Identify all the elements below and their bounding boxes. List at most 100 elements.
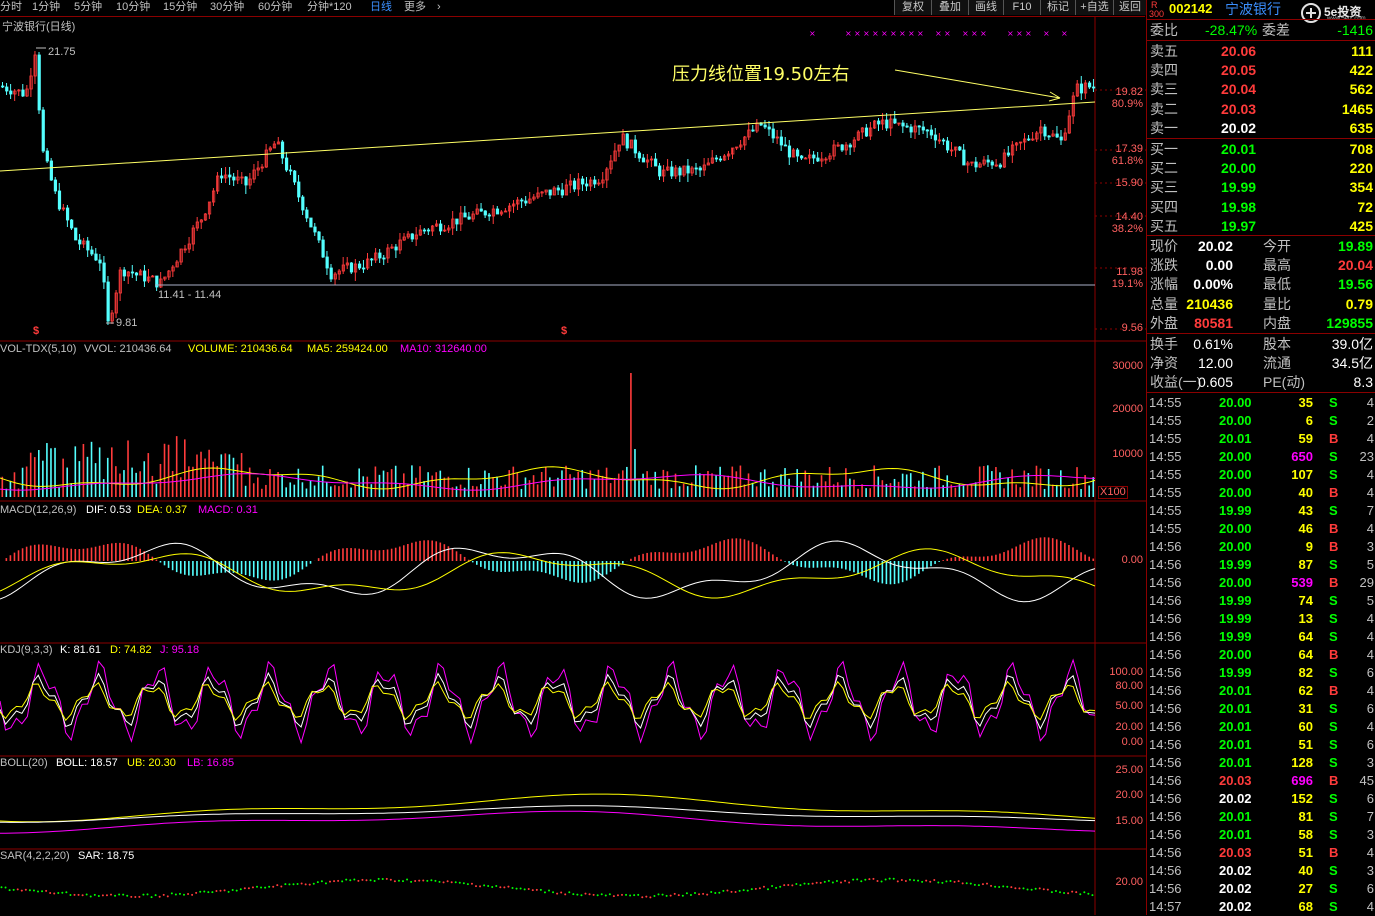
sar-dot [248,887,250,889]
period-tab-120min[interactable]: 分钟*120 [307,0,352,16]
add-watchlist-button[interactable]: +自选 [1075,0,1114,15]
tick-row: 14:5620.009B3 [1147,538,1375,556]
tick-row: 14:5520.0046B4 [1147,520,1375,538]
period-tab-more[interactable]: 更多 [404,0,426,16]
tick-time: 14:56 [1149,646,1182,664]
volume-bar [91,442,93,497]
signal-mark-icon: × [1007,29,1014,38]
adjust-button[interactable]: 复权 [894,0,932,15]
candle-body [66,208,68,220]
candle-body [780,137,782,145]
vol-indicator-label[interactable]: VOL-TDX(5,10) [0,343,76,355]
candle-body [221,176,223,178]
sar-dot [808,883,810,885]
macd-bar [930,561,932,566]
sar-indicator-label[interactable]: SAR(4,2,2,20) [0,850,70,862]
signal-mark-icon: × [1043,29,1050,38]
sar-dot [755,888,757,890]
macd-bar [407,544,409,561]
macd-bar [415,542,417,561]
volume-bar [496,477,498,497]
kline-chart-canvas[interactable]: ×××××××××××××××××××× [0,16,1146,915]
volume-bar [58,487,60,497]
kdj-axis-label: 20.00 [1097,721,1143,733]
tick-volume: 62 [1299,682,1313,700]
macd-bar [346,548,348,561]
period-tab-15min[interactable]: 15分钟 [163,0,197,16]
macd-bar [727,539,729,561]
sar-dot [589,893,591,895]
macd-bar [257,561,259,578]
tick-volume: 696 [1291,772,1313,790]
boll-lb-line [0,811,1095,833]
period-tab-30min[interactable]: 30分钟 [210,0,244,16]
macd-bar [975,557,977,561]
volume-bar [448,477,450,497]
macd-bar [75,549,77,561]
candle-body [1088,83,1090,87]
sar-dot [321,880,323,882]
macd-indicator-label[interactable]: MACD(12,26,9) [0,504,76,516]
sar-dot [65,891,67,893]
sar-dot [840,881,842,883]
volume-bar [865,488,867,497]
candle-body [285,158,287,170]
draw-line-button[interactable]: 画线 [968,0,1004,15]
volume-bar [326,482,328,497]
period-tab-intraday[interactable]: 分时 [0,0,22,16]
period-tab-1min[interactable]: 1分钟 [32,0,60,16]
volume-bar [971,484,973,497]
volume-bar [456,486,458,497]
volume-bar [119,474,121,497]
f10-button[interactable]: F10 [1003,0,1041,15]
volume-bar [383,471,385,497]
volume-bar [484,471,486,497]
period-tab-10min[interactable]: 10分钟 [116,0,150,16]
back-button[interactable]: 返回 [1113,0,1147,15]
sar-dot [767,888,769,890]
volume-bar [776,487,778,497]
kdj-indicator-label[interactable]: KDJ(9,3,3) [0,644,53,656]
stat-value: 0.00 [1206,256,1233,274]
tick-count: 4 [1367,898,1374,916]
volume-bar [14,472,16,497]
volume-bar [573,477,575,497]
sar-dot [621,894,623,896]
tick-time: 14:56 [1149,682,1182,700]
low-price-label: 9.81 [116,317,137,329]
period-tab-daily[interactable]: 日线 [370,0,392,16]
tick-time: 14:56 [1149,628,1182,646]
tick-row: 14:5520.0035S4 [1147,394,1375,412]
volume-bar [298,469,300,497]
period-tab-5min[interactable]: 5分钟 [74,0,102,16]
volume-bar [22,468,24,497]
overlay-button[interactable]: 叠加 [931,0,969,15]
chevron-right-icon[interactable]: › [437,0,441,16]
sar-dot [45,890,47,892]
sar-dot [232,889,234,891]
tick-count: 4 [1367,844,1374,862]
macd-bar [334,550,336,561]
candle-body [768,127,770,129]
macd-bar [1084,555,1086,561]
volume-bar [237,464,239,497]
sar-dot [159,896,161,898]
stock-name: 宁波银行 [1225,0,1281,18]
period-tab-60min[interactable]: 60分钟 [258,0,292,16]
tick-row: 14:5720.0268S4 [1147,898,1375,916]
macd-bar [322,556,324,561]
sar-dot [593,894,595,896]
sar-dot [495,885,497,887]
volume-bar [10,481,12,497]
macd-bar [634,557,636,561]
candle-body [488,215,490,216]
macd-bar [14,553,16,561]
tick-count: 45 [1360,772,1374,790]
bid-level-label: 买五 [1150,217,1178,235]
volume-bar [314,486,316,497]
boll-indicator-label[interactable]: BOLL(20) [0,757,48,769]
volume-bar [882,480,884,497]
tick-row: 14:5619.9982S6 [1147,664,1375,682]
mark-button[interactable]: 标记 [1040,0,1076,15]
macd-bar [1019,545,1021,561]
